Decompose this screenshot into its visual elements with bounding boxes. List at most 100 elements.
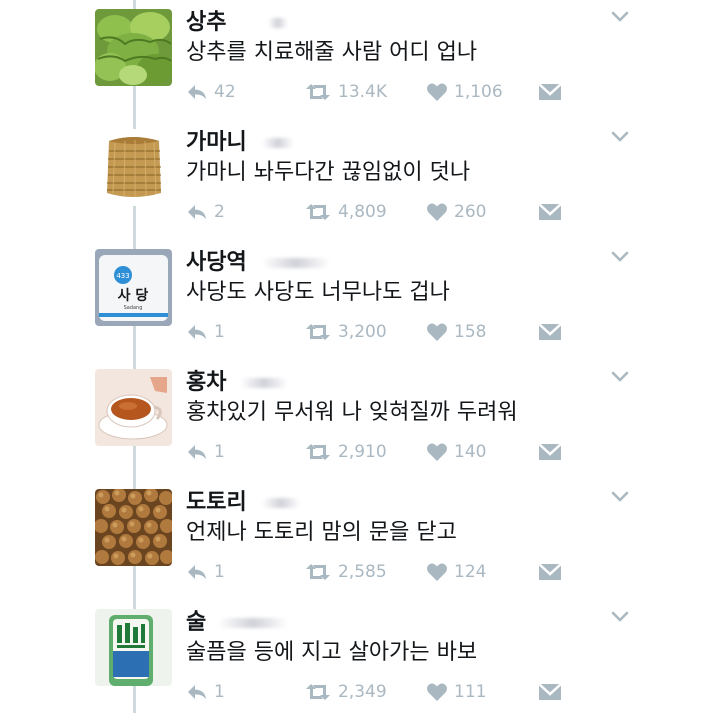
like-button[interactable]: 140	[426, 440, 486, 464]
like-button[interactable]: 260	[426, 200, 486, 224]
reply-button[interactable]: 2	[186, 200, 225, 224]
lettuce-image	[95, 9, 172, 86]
redacted-handle	[218, 618, 288, 628]
tweet-actions: 1 2,585 124	[186, 560, 586, 584]
retweet-icon	[306, 324, 330, 340]
tweet[interactable]: 술 술픔을 등에 지고 살아가는 바보 1 2,349 111	[0, 600, 720, 720]
message-button[interactable]	[538, 80, 562, 104]
tweet-text: 가마니 놔두다간 끊임없이 덧나	[186, 160, 471, 185]
retweet-count: 2,910	[338, 442, 387, 462]
tweet-text: 사당도 사당도 너무나도 겁나	[186, 280, 450, 305]
redacted-handle	[268, 18, 288, 28]
avatar[interactable]: 433 사 당 Sadang	[95, 249, 172, 326]
retweet-icon	[306, 684, 330, 700]
retweet-button[interactable]: 2,910	[304, 440, 387, 464]
heart-icon	[427, 683, 447, 701]
tweet-text: 술픔을 등에 지고 살아가는 바보	[186, 640, 478, 665]
retweet-icon	[306, 444, 330, 460]
chevron-down-icon[interactable]	[610, 10, 630, 24]
envelope-icon	[538, 83, 562, 100]
redacted-handle	[240, 378, 288, 388]
tweet-text: 홍차있기 무서워 나 잊혀질까 두려워	[186, 400, 518, 425]
reply-button[interactable]: 1	[186, 320, 225, 344]
retweet-button[interactable]: 13.4K	[304, 80, 387, 104]
station-sign-image: 433 사 당 Sadang	[95, 249, 172, 326]
retweet-icon	[306, 564, 330, 580]
reply-count: 2	[214, 202, 225, 222]
chevron-down-icon[interactable]	[610, 610, 630, 624]
reply-button[interactable]: 1	[186, 560, 225, 584]
retweet-button[interactable]: 4,809	[304, 200, 387, 224]
avatar[interactable]	[95, 489, 172, 566]
avatar[interactable]	[95, 9, 172, 86]
retweet-icon	[306, 204, 330, 220]
chevron-down-icon[interactable]	[610, 250, 630, 264]
avatar[interactable]	[95, 369, 172, 446]
retweet-count: 13.4K	[338, 82, 387, 102]
message-button[interactable]	[538, 440, 562, 464]
retweet-count: 2,585	[338, 562, 387, 582]
tweet[interactable]: 433 사 당 Sadang 사당역 사당도 사당도 너무나도 겁나 1 3,2…	[0, 240, 720, 360]
heart-icon	[427, 443, 447, 461]
redacted-handle	[262, 498, 300, 508]
tweet[interactable]: 홍차 홍차있기 무서워 나 잊혀질까 두려워 1 2,910 140	[0, 360, 720, 480]
chevron-down-icon[interactable]	[610, 130, 630, 144]
station-name-korean: 사 당	[118, 287, 149, 304]
message-button[interactable]	[538, 320, 562, 344]
reply-count: 1	[214, 442, 225, 462]
envelope-icon	[538, 683, 562, 700]
reply-icon	[188, 685, 206, 699]
reply-count: 42	[214, 82, 236, 102]
black-tea-image	[95, 369, 172, 446]
message-button[interactable]	[538, 560, 562, 584]
tweet-actions: 1 3,200 158	[186, 320, 586, 344]
acorns-image	[95, 489, 172, 566]
like-button[interactable]: 158	[426, 320, 486, 344]
like-count: 140	[454, 442, 487, 462]
like-count: 124	[454, 562, 487, 582]
reply-count: 1	[214, 682, 225, 702]
tweet[interactable]: 가마니 가마니 놔두다간 끊임없이 덧나 2 4,809 260	[0, 120, 720, 240]
reply-button[interactable]: 1	[186, 680, 225, 704]
avatar[interactable]	[95, 129, 172, 206]
retweet-button[interactable]: 2,585	[304, 560, 387, 584]
avatar[interactable]	[95, 609, 172, 686]
reply-count: 1	[214, 322, 225, 342]
reply-icon	[188, 205, 206, 219]
like-button[interactable]: 1,106	[426, 80, 503, 104]
reply-button[interactable]: 42	[186, 80, 236, 104]
envelope-icon	[538, 563, 562, 580]
display-name[interactable]: 홍차	[186, 364, 226, 396]
retweet-button[interactable]: 2,349	[304, 680, 387, 704]
reply-icon	[188, 445, 206, 459]
tweet-actions: 1 2,349 111	[186, 680, 586, 704]
display-name[interactable]: 가마니	[186, 124, 247, 156]
chevron-down-icon[interactable]	[610, 490, 630, 504]
envelope-icon	[538, 443, 562, 460]
retweet-button[interactable]: 3,200	[304, 320, 387, 344]
like-button[interactable]: 111	[426, 680, 486, 704]
retweet-count: 2,349	[338, 682, 387, 702]
display-name[interactable]: 상추	[186, 4, 226, 36]
message-button[interactable]	[538, 680, 562, 704]
soju-bottle-image	[95, 609, 172, 686]
retweet-count: 3,200	[338, 322, 387, 342]
retweet-icon	[306, 84, 330, 100]
reply-button[interactable]: 1	[186, 440, 225, 464]
like-button[interactable]: 124	[426, 560, 486, 584]
tweet-actions: 2 4,809 260	[186, 200, 586, 224]
chevron-down-icon[interactable]	[610, 370, 630, 384]
message-button[interactable]	[538, 200, 562, 224]
tweet[interactable]: 도토리 언제나 도토리 맘의 문을 닫고 1 2,585 124	[0, 480, 720, 600]
retweet-count: 4,809	[338, 202, 387, 222]
heart-icon	[427, 323, 447, 341]
envelope-icon	[538, 323, 562, 340]
heart-icon	[427, 203, 447, 221]
display-name[interactable]: 사당역	[186, 244, 247, 276]
display-name[interactable]: 술	[186, 604, 206, 636]
display-name[interactable]: 도토리	[186, 484, 247, 516]
tweet[interactable]: 상추 상추를 치료해줄 사람 어디 업나 42 13.4K 1,106	[0, 0, 720, 120]
like-count: 111	[454, 682, 487, 702]
tweet-text: 언제나 도토리 맘의 문을 닫고	[186, 520, 457, 545]
heart-icon	[427, 83, 447, 101]
